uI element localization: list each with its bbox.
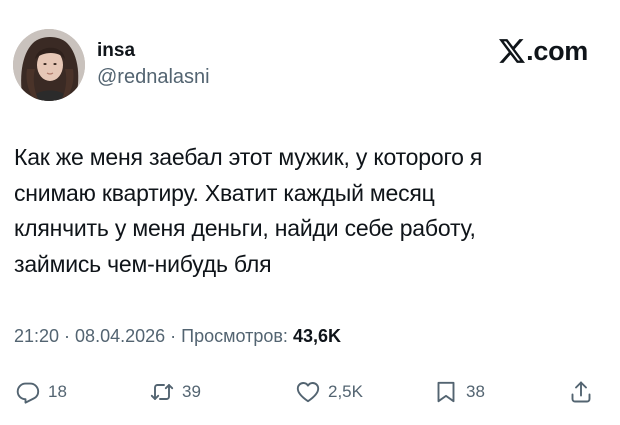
bookmark-count: 38	[466, 382, 485, 401]
brand-logo: .com	[499, 36, 588, 66]
like-button[interactable]: 2,5K	[296, 377, 363, 407]
heart-icon	[296, 382, 320, 403]
avatar-image	[13, 29, 85, 101]
tweet-text: Как же меня заебал этот мужик, у которог…	[14, 144, 483, 277]
meta-separator: ·	[59, 326, 76, 346]
bookmark-icon	[437, 381, 455, 403]
display-name[interactable]: insa	[97, 40, 135, 62]
brand-domain: .com	[526, 36, 588, 66]
tweet-meta: 21:20 · 08.04.2026 · Просмотров: 43,6K	[14, 325, 341, 347]
x-logo-icon	[499, 39, 526, 63]
views-label: Просмотров:	[181, 326, 288, 346]
views-count: 43,6K	[292, 326, 341, 346]
reply-icon	[16, 382, 40, 404]
reply-count: 18	[48, 382, 67, 401]
repost-button[interactable]: 39	[150, 377, 201, 407]
user-handle[interactable]: @rednalasni	[97, 65, 210, 89]
action-bar: 18 39 2,5K 38	[0, 377, 620, 407]
like-count: 2,5K	[328, 382, 363, 401]
tweet-date[interactable]: 08.04.2026	[75, 326, 165, 346]
bookmark-button[interactable]: 38	[434, 377, 485, 407]
share-icon	[571, 381, 591, 403]
avatar[interactable]	[13, 29, 85, 101]
share-button[interactable]	[569, 377, 593, 407]
repost-count: 39	[182, 382, 201, 401]
meta-separator: ·	[165, 326, 182, 346]
repost-icon	[150, 384, 174, 400]
tweet-time[interactable]: 21:20	[14, 326, 59, 346]
reply-button[interactable]: 18	[16, 377, 67, 407]
